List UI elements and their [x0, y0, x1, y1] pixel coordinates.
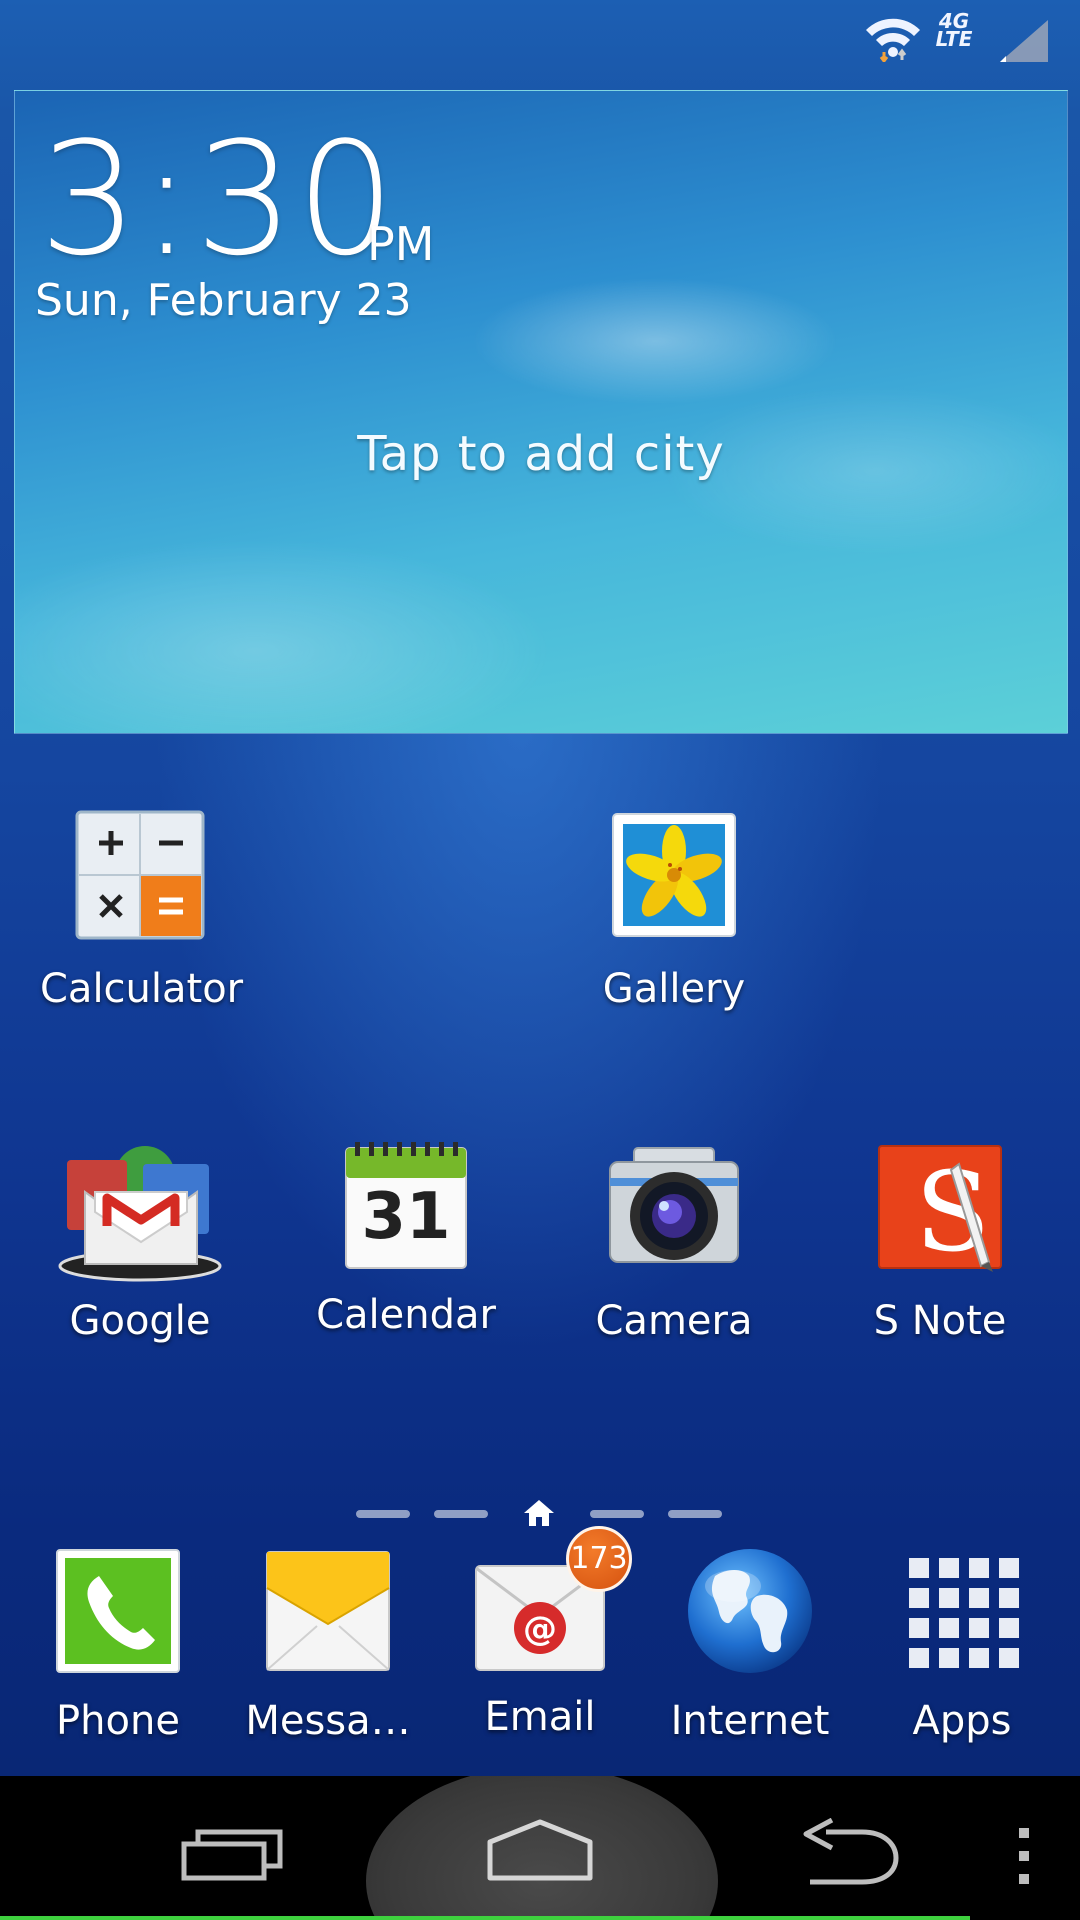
page-dot[interactable] — [434, 1510, 488, 1518]
app-label: Calendar — [316, 1292, 496, 1338]
signal-icon — [1000, 20, 1048, 62]
clock-time: 3:30 — [39, 108, 398, 290]
internet-globe-icon — [688, 1549, 812, 1673]
app-camera[interactable]: Camera — [574, 1142, 774, 1344]
dock-internet[interactable]: Internet — [650, 1546, 850, 1744]
add-city-prompt[interactable]: Tap to add city — [15, 426, 1067, 482]
page-dot[interactable] — [590, 1510, 644, 1518]
app-label: Gallery — [602, 966, 746, 1012]
app-s-note[interactable]: S S Note — [840, 1142, 1040, 1344]
accent-line — [0, 1916, 970, 1920]
home-icon[interactable] — [484, 1816, 596, 1882]
weather-clock-widget[interactable]: 3:30 PM Sun, February 23 Tap to add city — [14, 90, 1068, 734]
calendar-day: 31 — [361, 1180, 451, 1254]
svg-text:@: @ — [523, 1609, 557, 1649]
dock-apps[interactable]: Apps — [862, 1546, 1062, 1744]
app-calendar[interactable]: 31 Calendar — [306, 1142, 506, 1338]
lte-icon: 4G LTE — [935, 9, 973, 51]
phone-icon — [56, 1549, 180, 1673]
google-folder-icon — [58, 1146, 222, 1282]
email-icon: @ 173 — [470, 1526, 632, 1676]
clock-ampm: PM — [367, 217, 435, 271]
app-label: Camera — [595, 1298, 753, 1344]
clock-date: Sun, February 23 — [35, 275, 412, 326]
gallery-icon — [612, 813, 736, 937]
calendar-icon: 31 — [343, 1142, 469, 1270]
dock-label: Email — [484, 1694, 596, 1740]
camera-icon — [609, 1147, 739, 1263]
recent-apps-icon[interactable] — [180, 1826, 284, 1882]
dock-email[interactable]: @ 173 Email — [440, 1526, 640, 1740]
messages-icon — [266, 1551, 390, 1671]
page-dot[interactable] — [356, 1510, 410, 1518]
email-unread-badge: 173 — [566, 1526, 632, 1592]
dock-label: Messa… — [245, 1698, 411, 1744]
dock-label: Phone — [56, 1698, 180, 1744]
app-google-folder[interactable]: Google — [40, 1142, 240, 1344]
dock-phone[interactable]: Phone — [18, 1546, 218, 1744]
menu-icon[interactable] — [1014, 1824, 1034, 1888]
dock-label: Internet — [670, 1698, 830, 1744]
app-label: S Note — [873, 1298, 1007, 1344]
app-gallery[interactable]: Gallery — [574, 810, 774, 1012]
dock-messages[interactable]: Messa… — [228, 1546, 428, 1744]
home-page-indicator-icon[interactable] — [522, 1498, 556, 1528]
app-calculator[interactable]: Calculator — [40, 810, 244, 1012]
apps-grid-icon — [909, 1558, 1019, 1668]
calculator-icon — [75, 810, 205, 940]
navigation-bar — [0, 1776, 1080, 1920]
dock-label: Apps — [912, 1698, 1012, 1744]
s-note-icon: S — [878, 1145, 1002, 1276]
page-dot[interactable] — [668, 1510, 722, 1518]
app-label: Calculator — [40, 966, 244, 1012]
app-label: Google — [69, 1298, 211, 1344]
wifi-icon — [866, 18, 920, 62]
page-indicator — [0, 1496, 1080, 1528]
back-icon[interactable] — [796, 1818, 900, 1886]
status-bar: 4G LTE — [0, 0, 1080, 90]
